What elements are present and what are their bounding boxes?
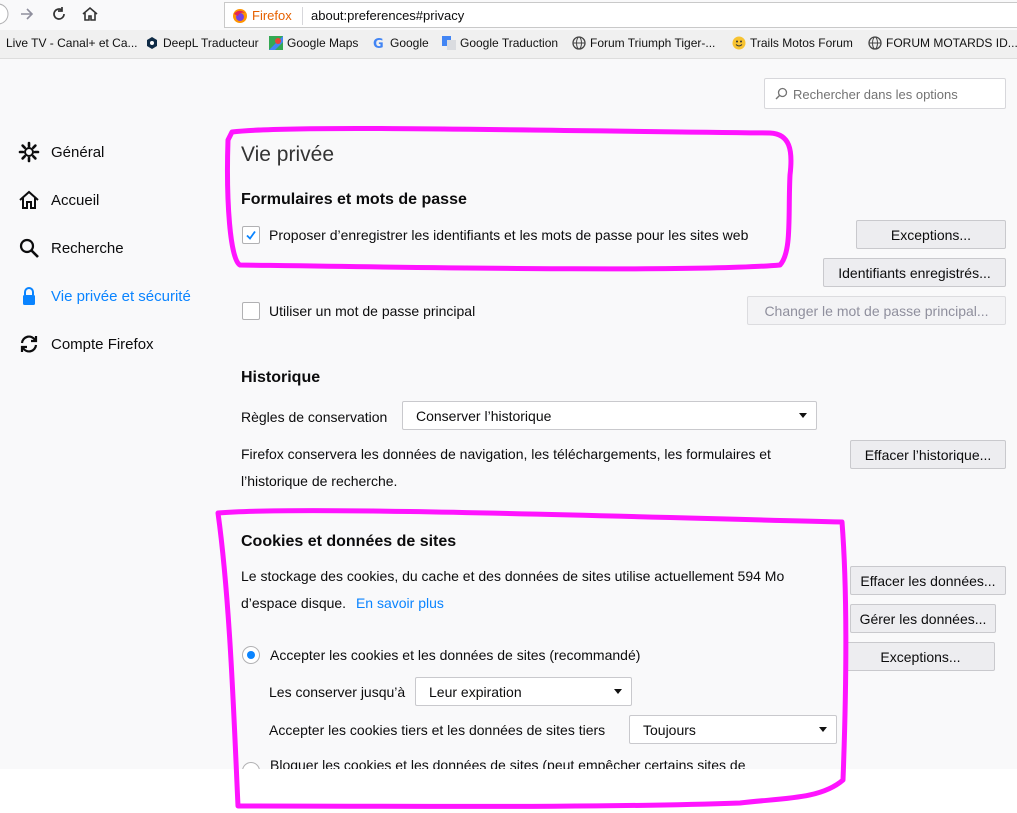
save-logins-checkbox[interactable] xyxy=(242,226,260,244)
home-icon xyxy=(82,6,98,21)
history-rules-label: Règles de conservation xyxy=(241,409,388,425)
deepl-icon xyxy=(147,37,157,49)
smiley-icon xyxy=(732,36,746,50)
sidebar-item-firefox-account[interactable]: Compte Firefox xyxy=(18,331,154,357)
gear-icon xyxy=(18,141,40,163)
window-bottom-area xyxy=(0,769,1017,813)
bookmark-item[interactable]: FORUM MOTARDS ID... xyxy=(868,36,1017,50)
keep-until-label: Les conserver jusqu’à xyxy=(269,684,406,700)
forward-arrow-icon xyxy=(21,8,34,20)
google-translate-icon xyxy=(442,36,456,50)
chevron-down-icon xyxy=(799,413,807,418)
accept-cookies-radio[interactable] xyxy=(242,646,260,664)
search-icon xyxy=(18,237,40,259)
bookmark-item[interactable]: DeepL Traducteur xyxy=(145,36,259,50)
home-icon xyxy=(18,189,40,211)
reload-button[interactable] xyxy=(48,3,70,25)
bookmark-label: Live TV - Canal+ et Ca... xyxy=(6,36,138,50)
back-button[interactable] xyxy=(0,3,14,25)
bookmark-label: DeepL Traducteur xyxy=(163,36,259,50)
bookmark-label: Google Maps xyxy=(287,36,359,50)
search-placeholder: Rechercher dans les options xyxy=(793,87,958,102)
bookmark-item[interactable]: Google Traduction xyxy=(442,36,558,50)
firefox-logo-icon xyxy=(233,9,247,23)
clear-site-data-button[interactable]: Effacer les données... xyxy=(850,566,1006,595)
bookmark-label: FORUM MOTARDS ID... xyxy=(886,36,1017,50)
back-arrow-icon xyxy=(0,3,9,25)
bookmark-item[interactable]: Live TV - Canal+ et Ca... xyxy=(6,36,138,50)
bookmark-item[interactable]: G Google xyxy=(372,36,429,50)
bookmark-item[interactable]: Forum Triumph Tiger-... xyxy=(572,36,715,50)
sidebar-item-label: Accueil xyxy=(51,191,100,209)
bookmark-item[interactable]: Google Maps xyxy=(269,36,358,50)
url-separator xyxy=(302,7,303,25)
forms-heading: Formulaires et mots de passe xyxy=(241,191,467,208)
bookmark-item[interactable]: Trails Motos Forum xyxy=(732,36,853,50)
chevron-down-icon xyxy=(819,727,827,732)
accept-cookies-label[interactable]: Accepter les cookies et les données de s… xyxy=(270,647,640,663)
search-options-input[interactable]: Rechercher dans les options xyxy=(764,78,1006,109)
url-text[interactable]: about:preferences#privacy xyxy=(311,8,464,23)
cookies-usage-line2: d’espace disque. En savoir plus xyxy=(241,595,444,611)
history-mode-value: Conserver l’historique xyxy=(416,408,552,424)
lock-icon xyxy=(18,285,40,307)
sidebar-item-label: Général xyxy=(51,143,105,161)
sidebar-item-general[interactable]: Général xyxy=(18,139,104,165)
sidebar-item-search[interactable]: Recherche xyxy=(18,235,124,261)
checkmark-icon xyxy=(246,230,256,240)
history-description-line2: l’historique de recherche. xyxy=(241,473,398,489)
sidebar-item-label: Recherche xyxy=(51,239,124,257)
cookies-usage-line1: Le stockage des cookies, du cache et des… xyxy=(241,568,785,584)
history-mode-select[interactable]: Conserver l’historique xyxy=(402,401,817,430)
identity-label: Firefox xyxy=(252,8,292,23)
google-icon: G xyxy=(373,37,384,50)
navigation-toolbar: Firefox about:preferences#privacy xyxy=(0,0,1017,31)
cookies-exceptions-button[interactable]: Exceptions... xyxy=(846,642,995,671)
third-party-select[interactable]: Toujours xyxy=(629,715,837,744)
google-maps-icon xyxy=(269,36,283,50)
manage-site-data-button[interactable]: Gérer les données... xyxy=(850,604,996,633)
page-title: Vie privée xyxy=(241,143,335,166)
sidebar-item-privacy[interactable]: Vie privée et sécurité xyxy=(18,283,191,309)
sidebar-item-home[interactable]: Accueil xyxy=(18,187,99,213)
forward-button[interactable] xyxy=(16,3,38,25)
sidebar-item-label: Vie privée et sécurité xyxy=(51,287,191,305)
change-master-password-button[interactable]: Changer le mot de passe principal... xyxy=(747,296,1006,325)
chevron-down-icon xyxy=(614,689,622,694)
third-party-label: Accepter les cookies tiers et les donnée… xyxy=(269,722,606,738)
bookmarks-toolbar: Live TV - Canal+ et Ca... DeepL Traducte… xyxy=(0,30,1017,59)
keep-until-value: Leur expiration xyxy=(429,684,522,700)
home-button[interactable] xyxy=(79,3,101,25)
logins-exceptions-button[interactable]: Exceptions... xyxy=(856,220,1006,249)
bookmark-label: Trails Motos Forum xyxy=(750,36,853,50)
bookmark-label: Forum Triumph Tiger-... xyxy=(590,36,716,50)
master-password-label[interactable]: Utiliser un mot de passe principal xyxy=(269,303,475,319)
learn-more-link[interactable]: En savoir plus xyxy=(356,595,444,611)
third-party-value: Toujours xyxy=(643,722,696,738)
save-logins-label[interactable]: Proposer d’enregistrer les identifiants … xyxy=(269,227,748,243)
radio-selected-dot xyxy=(247,651,255,659)
master-password-checkbox[interactable] xyxy=(242,302,260,320)
history-heading: Historique xyxy=(241,369,321,386)
globe-icon xyxy=(868,36,882,50)
keep-until-select[interactable]: Leur expiration xyxy=(415,677,632,706)
svg-text:G: G xyxy=(373,37,384,50)
cookies-heading: Cookies et données de sites xyxy=(241,533,457,550)
globe-icon xyxy=(572,36,586,50)
search-icon xyxy=(775,87,788,100)
clear-history-button[interactable]: Effacer l’historique... xyxy=(850,440,1006,469)
bookmark-label: Google xyxy=(390,36,429,50)
reload-icon xyxy=(53,7,65,20)
sidebar-item-label: Compte Firefox xyxy=(51,335,154,353)
cookies-usage-text: d’espace disque. xyxy=(241,595,347,611)
saved-logins-button[interactable]: Identifiants enregistrés... xyxy=(823,258,1006,287)
sync-icon xyxy=(18,333,40,355)
bookmark-label: Google Traduction xyxy=(460,36,559,50)
url-bar[interactable]: Firefox about:preferences#privacy xyxy=(224,2,1017,28)
history-description-line1: Firefox conservera les données de naviga… xyxy=(241,446,771,462)
